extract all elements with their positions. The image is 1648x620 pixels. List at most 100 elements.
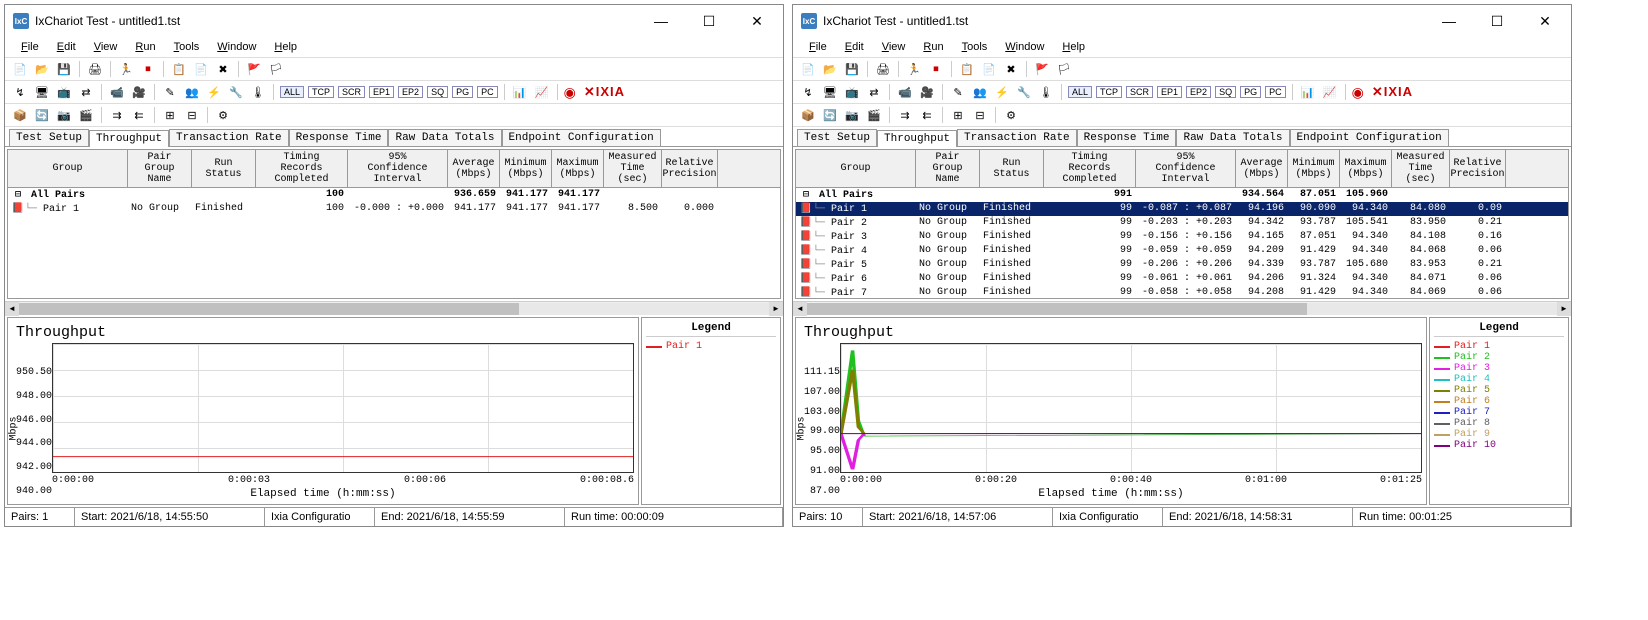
menu-tools[interactable]: Tools [166,39,208,55]
col-1[interactable]: PairGroupName [128,150,192,187]
filter-all[interactable]: ALL [1068,86,1092,98]
run-icon[interactable]: 🏃 [905,60,923,78]
grid-hscroll[interactable]: ◄ ► [5,301,783,315]
t2-icon-10[interactable]: 🔧 [1015,83,1033,101]
t2-icon-6[interactable]: 🎥 [918,83,936,101]
paste-icon[interactable]: 📄 [980,60,998,78]
run-icon[interactable]: 🏃 [117,60,135,78]
flag2-icon[interactable]: 🏳 [1055,60,1073,78]
open-icon[interactable]: 📂 [33,60,51,78]
col-2[interactable]: RunStatus [192,150,256,187]
t3-icon-8[interactable]: ⊟ [971,106,989,124]
filter-ep1[interactable]: EP1 [1157,86,1182,98]
t3-icon-7[interactable]: ⊞ [949,106,967,124]
t3-icon-9[interactable]: ⚙ [1002,106,1020,124]
table-row[interactable]: 📕└─ Pair 1 No Group Finished 100 -0.000 … [8,202,780,216]
t3-icon-4[interactable]: 🎬 [77,106,95,124]
t2-icon-5[interactable]: 📹 [108,83,126,101]
t3-icon-6[interactable]: ⇇ [918,106,936,124]
delete-icon[interactable]: ✖ [214,60,232,78]
menu-tools[interactable]: Tools [954,39,996,55]
stop-icon[interactable]: ⏹ [927,60,945,78]
t2-icon-12[interactable]: 📊 [1299,83,1317,101]
t3-icon-9[interactable]: ⚙ [214,106,232,124]
tab-endpoint configuration[interactable]: Endpoint Configuration [1290,129,1449,146]
maximize-button[interactable]: ☐ [691,9,727,33]
close-button[interactable]: ✕ [739,9,775,33]
filter-pg[interactable]: PG [452,86,473,98]
table-row[interactable]: 📕└─ Pair 7 No Group Finished 99 -0.058 :… [796,286,1568,299]
t2-icon-8[interactable]: 👥 [183,83,201,101]
scroll-left-icon[interactable]: ◄ [793,302,807,316]
filter-sq[interactable]: SQ [1215,86,1236,98]
tab-raw data totals[interactable]: Raw Data Totals [388,129,501,146]
col-0[interactable]: Group [8,150,128,187]
col-8[interactable]: MeasuredTime(sec) [604,150,662,187]
col-3[interactable]: TimingRecordsCompleted [1044,150,1136,187]
tab-transaction rate[interactable]: Transaction Rate [169,129,289,146]
t3-icon-3[interactable]: 📷 [55,106,73,124]
table-row[interactable]: 📕└─ Pair 3 No Group Finished 99 -0.156 :… [796,230,1568,244]
table-row[interactable]: 📕└─ Pair 1 No Group Finished 99 -0.087 :… [796,202,1568,216]
t3-icon-5[interactable]: ⇉ [108,106,126,124]
summary-row[interactable]: ⊟ All Pairs 100 936.659 941.177 941.177 [8,188,780,202]
scroll-left-icon[interactable]: ◄ [5,302,19,316]
col-1[interactable]: PairGroupName [916,150,980,187]
minimize-button[interactable]: — [1431,9,1467,33]
t2-icon-3[interactable]: 📺 [55,83,73,101]
grid-hscroll-r[interactable]: ◄ ► [793,301,1571,315]
t2-icon-11[interactable]: 🌡 [249,83,267,101]
t2-icon-12[interactable]: 📊 [511,83,529,101]
t2-icon-4[interactable]: ⇄ [77,83,95,101]
t3-icon-2[interactable]: 🔄 [33,106,51,124]
col-3[interactable]: TimingRecordsCompleted [256,150,348,187]
col-4[interactable]: 95%ConfidenceInterval [348,150,448,187]
t2-icon-5[interactable]: 📹 [896,83,914,101]
save-icon[interactable]: 💾 [55,60,73,78]
t2-icon-9[interactable]: ⚡ [205,83,223,101]
maximize-button[interactable]: ☐ [1479,9,1515,33]
tab-response time[interactable]: Response Time [289,129,389,146]
filter-tcp[interactable]: TCP [308,86,334,98]
t2-icon-13[interactable]: 📈 [1321,83,1339,101]
col-7[interactable]: Maximum(Mbps) [1340,150,1392,187]
t3-icon-3[interactable]: 📷 [843,106,861,124]
tab-test setup[interactable]: Test Setup [797,129,877,146]
t2-icon-7[interactable]: ✎ [161,83,179,101]
col-6[interactable]: Minimum(Mbps) [1288,150,1340,187]
tab-test setup[interactable]: Test Setup [9,129,89,146]
table-row[interactable]: 📕└─ Pair 5 No Group Finished 99 -0.206 :… [796,258,1568,272]
open-icon[interactable]: 📂 [821,60,839,78]
results-grid[interactable]: GroupPairGroupNameRunStatusTimingRecords… [7,149,781,299]
filter-pg[interactable]: PG [1240,86,1261,98]
t2-icon-11[interactable]: 🌡 [1037,83,1055,101]
menu-file[interactable]: File [801,39,835,55]
t2-icon-9[interactable]: ⚡ [993,83,1011,101]
menu-edit[interactable]: Edit [49,39,84,55]
t2-icon-1[interactable]: ↯ [11,83,29,101]
tab-raw data totals[interactable]: Raw Data Totals [1176,129,1289,146]
new-icon[interactable]: 📄 [799,60,817,78]
col-9[interactable]: RelativePrecision [662,150,718,187]
menu-window[interactable]: Window [997,39,1052,55]
t3-icon-7[interactable]: ⊞ [161,106,179,124]
close-button[interactable]: ✕ [1527,9,1563,33]
tab-throughput[interactable]: Throughput [89,130,169,147]
t3-icon-4[interactable]: 🎬 [865,106,883,124]
tab-throughput[interactable]: Throughput [877,130,957,147]
summary-row[interactable]: ⊟ All Pairs 991 934.564 87.051 105.960 [796,188,1568,202]
t2-icon-13[interactable]: 📈 [533,83,551,101]
tab-endpoint configuration[interactable]: Endpoint Configuration [502,129,661,146]
minimize-button[interactable]: — [643,9,679,33]
print-icon[interactable]: 🖨 [86,60,104,78]
t2-icon-8[interactable]: 👥 [971,83,989,101]
flag1-icon[interactable]: 🚩 [1033,60,1051,78]
col-9[interactable]: RelativePrecision [1450,150,1506,187]
menu-edit[interactable]: Edit [837,39,872,55]
stop-icon[interactable]: ⏹ [139,60,157,78]
filter-ep2[interactable]: EP2 [1186,86,1211,98]
table-row[interactable]: 📕└─ Pair 6 No Group Finished 99 -0.061 :… [796,272,1568,286]
tab-response time[interactable]: Response Time [1077,129,1177,146]
col-4[interactable]: 95%ConfidenceInterval [1136,150,1236,187]
copy-icon[interactable]: 📋 [958,60,976,78]
